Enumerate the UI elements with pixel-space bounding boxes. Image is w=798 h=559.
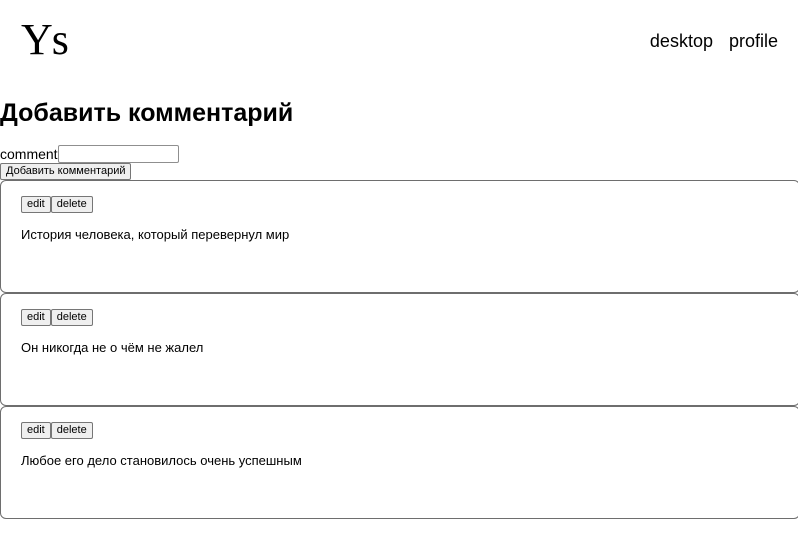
edit-button[interactable]: edit (21, 422, 51, 439)
comment-label: comment (0, 146, 58, 162)
site-header: Ys desktop profile (0, 0, 798, 86)
comment-card: edit delete Любое его дело становилось о… (0, 406, 798, 519)
edit-button[interactable]: edit (21, 309, 51, 326)
delete-button[interactable]: delete (50, 309, 93, 326)
nav-link-profile[interactable]: profile (729, 30, 778, 52)
delete-button[interactable]: delete (50, 422, 93, 439)
site-logo[interactable]: Ys (21, 16, 69, 64)
comment-list: edit delete История человека, который пе… (0, 180, 798, 519)
comment-actions: edit delete (21, 422, 93, 439)
comment-card: edit delete История человека, который пе… (0, 180, 798, 293)
add-comment-button[interactable]: Добавить комментарий (0, 163, 132, 180)
add-comment-form: comment Добавить комментарий (0, 145, 179, 180)
comment-text: История человека, который перевернул мир (21, 227, 290, 242)
comment-input[interactable] (57, 145, 179, 163)
nav-link-desktop[interactable]: desktop (650, 30, 713, 52)
delete-button[interactable]: delete (50, 196, 93, 213)
page-title: Добавить комментарий (0, 99, 294, 127)
main-nav: desktop profile (650, 30, 778, 52)
comment-card: edit delete Он никогда не о чём не жалел (0, 293, 798, 406)
edit-button[interactable]: edit (21, 196, 51, 213)
comment-text: Он никогда не о чём не жалел (21, 340, 204, 355)
comment-actions: edit delete (21, 309, 93, 326)
comment-actions: edit delete (21, 196, 93, 213)
comment-field-row: comment (0, 145, 179, 163)
comment-text: Любое его дело становилось очень успешны… (21, 453, 302, 468)
